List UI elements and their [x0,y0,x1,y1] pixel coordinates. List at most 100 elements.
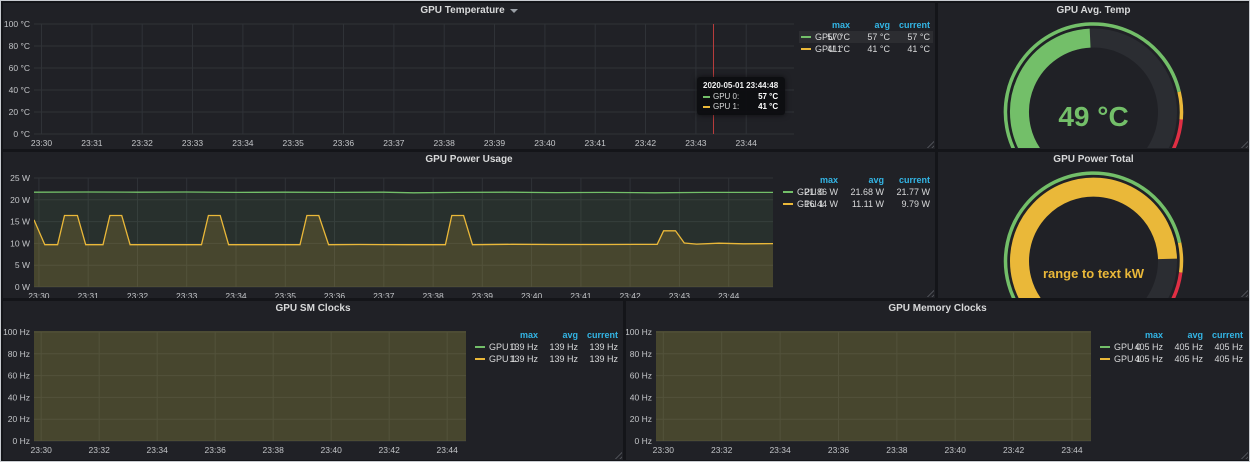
legend-max-value: 139 Hz [501,341,541,353]
x-tick-label: 23:36 [324,291,346,298]
x-tick-label: 23:38 [434,138,456,148]
legend-series-toggle[interactable]: GPU 0 [473,341,501,353]
legend-max-value: 16.44 W [795,198,841,210]
x-tick-label: 23:36 [828,445,850,455]
panel-title-gpu-power-usage[interactable]: GPU Power Usage [3,152,935,166]
y-tick-label: 20 Hz [630,414,652,424]
x-tick-label: 23:32 [711,445,733,455]
legend-header[interactable]: max [1126,329,1166,341]
panel-title-gpu-temperature[interactable]: GPU Temperature [3,3,935,17]
gpu-memory-clocks-chart[interactable]: 100 Hz80 Hz60 Hz40 Hz20 Hz0 Hz23:3023:32… [626,315,1094,460]
x-tick-label: 23:43 [685,138,707,148]
x-tick-label: 23:32 [127,291,149,298]
legend-spacer [781,174,795,186]
panel-resize-handle[interactable] [614,451,622,459]
y-tick-label: 80 Hz [8,349,30,359]
legend-header[interactable]: avg [541,329,581,341]
panel-gpu-avg-temp: GPU Avg. Temp 49 °C [938,3,1249,149]
legend-header[interactable]: max [813,19,853,31]
legend-avg-value: 21.68 W [841,186,887,198]
x-tick-label: 23:37 [383,138,405,148]
x-tick-label: 23:37 [373,291,395,298]
legend-series-toggle[interactable]: GPU 1 [799,43,813,55]
series-swatch [703,96,710,98]
x-tick-label: 23:44 [1061,445,1083,455]
panel-gpu-power-total: GPU Power Total range to text kW [938,152,1249,298]
y-tick-label: 15 W [10,217,30,227]
x-tick-label: 23:38 [422,291,444,298]
legend-header[interactable]: current [1206,329,1246,341]
legend-series-toggle[interactable]: GPU 1 [1098,353,1126,365]
legend-current-value: 21.77 W [887,186,933,198]
legend-current-value: 57 °C [893,31,933,43]
gauge-value: range to text kW [938,266,1249,281]
legend-series-toggle[interactable]: GPU 0 [781,186,795,198]
panel-title-text: GPU Power Usage [425,154,512,165]
gauge-value: 49 °C [938,101,1249,133]
legend-header[interactable]: max [795,174,841,186]
tooltip-series-value: 41 °C [750,102,778,111]
y-tick-label: 10 W [10,238,30,248]
gauge-fill [1020,187,1168,298]
legend-header[interactable]: avg [841,174,887,186]
x-tick-label: 23:38 [886,445,908,455]
x-tick-label: 23:40 [521,291,543,298]
panel-resize-handle[interactable] [1240,140,1248,148]
legend-header[interactable]: avg [853,19,893,31]
series-swatch [703,106,710,108]
x-tick-label: 23:44 [437,445,459,455]
panel-gpu-sm-clocks: GPU SM Clocks 100 Hz80 Hz60 Hz40 Hz20 Hz… [3,301,623,460]
legend-current-value: 405 Hz [1206,353,1246,365]
x-tick-label: 23:39 [472,291,494,298]
x-tick-label: 23:42 [635,138,657,148]
series-swatch [475,346,485,348]
y-tick-label: 100 Hz [3,327,30,337]
legend-current-value: 41 °C [893,43,933,55]
x-tick-label: 23:35 [275,291,297,298]
x-tick-label: 23:41 [585,138,607,148]
legend-header[interactable]: avg [1166,329,1206,341]
legend-current-value: 139 Hz [581,341,621,353]
y-tick-label: 60 Hz [630,371,652,381]
y-tick-label: 80 °C [9,41,30,51]
x-tick-label: 23:32 [89,445,111,455]
x-tick-label: 23:31 [78,291,100,298]
x-tick-label: 23:34 [225,291,247,298]
gpu-power-usage-chart[interactable]: 25 W20 W15 W10 W5 W0 W23:3023:3123:3223:… [3,166,798,298]
panel-resize-handle[interactable] [1240,289,1248,297]
legend-header[interactable]: current [893,19,933,31]
panel-title-gpu-avg-temp[interactable]: GPU Avg. Temp [938,3,1249,17]
panel-resize-handle[interactable] [926,140,934,148]
series-swatch [475,358,485,360]
legend-series-toggle[interactable]: GPU 1 [473,353,501,365]
panel-resize-handle[interactable] [1240,451,1248,459]
y-tick-label: 5 W [15,260,30,270]
legend-avg-value: 405 Hz [1166,341,1206,353]
legend-series-toggle[interactable]: GPU 0 [1098,341,1126,353]
gpu-sm-clocks-chart[interactable]: 100 Hz80 Hz60 Hz40 Hz20 Hz0 Hz23:3023:32… [3,315,471,460]
legend-header[interactable]: max [501,329,541,341]
legend-series-toggle[interactable]: GPU 0 [799,31,813,43]
x-tick-label: 23:32 [132,138,154,148]
gpu-temperature-chart[interactable]: 100 °C80 °C60 °C40 °C20 °C0 °C23:3023:31… [3,17,798,148]
panel-title-gpu-power-total[interactable]: GPU Power Total [938,152,1249,166]
x-tick-label: 23:30 [28,291,50,298]
legend-series-toggle[interactable]: GPU 1 [781,198,795,210]
legend-max-value: 405 Hz [1126,353,1166,365]
x-tick-label: 23:31 [81,138,103,148]
legend-spacer [799,19,813,31]
x-tick-label: 23:30 [31,138,53,148]
legend-header[interactable]: current [581,329,621,341]
legend-header[interactable]: current [887,174,933,186]
x-tick-label: 23:35 [283,138,305,148]
panel-resize-handle[interactable] [926,289,934,297]
x-tick-label: 23:33 [176,291,198,298]
panel-title-gpu-memory-clocks[interactable]: GPU Memory Clocks [626,301,1249,315]
grafana-dashboard: GPU Temperature 100 °C80 °C60 °C40 °C20 … [0,0,1250,462]
x-tick-label: 23:40 [321,445,343,455]
series-swatch [801,48,811,50]
panel-title-gpu-sm-clocks[interactable]: GPU SM Clocks [3,301,623,315]
chart-tooltip: 2020-05-01 23:44:48 GPU 0: 57 °C GPU 1: … [697,77,785,115]
y-tick-label: 60 °C [9,63,30,73]
legend-max-value: 41 °C [813,43,853,55]
